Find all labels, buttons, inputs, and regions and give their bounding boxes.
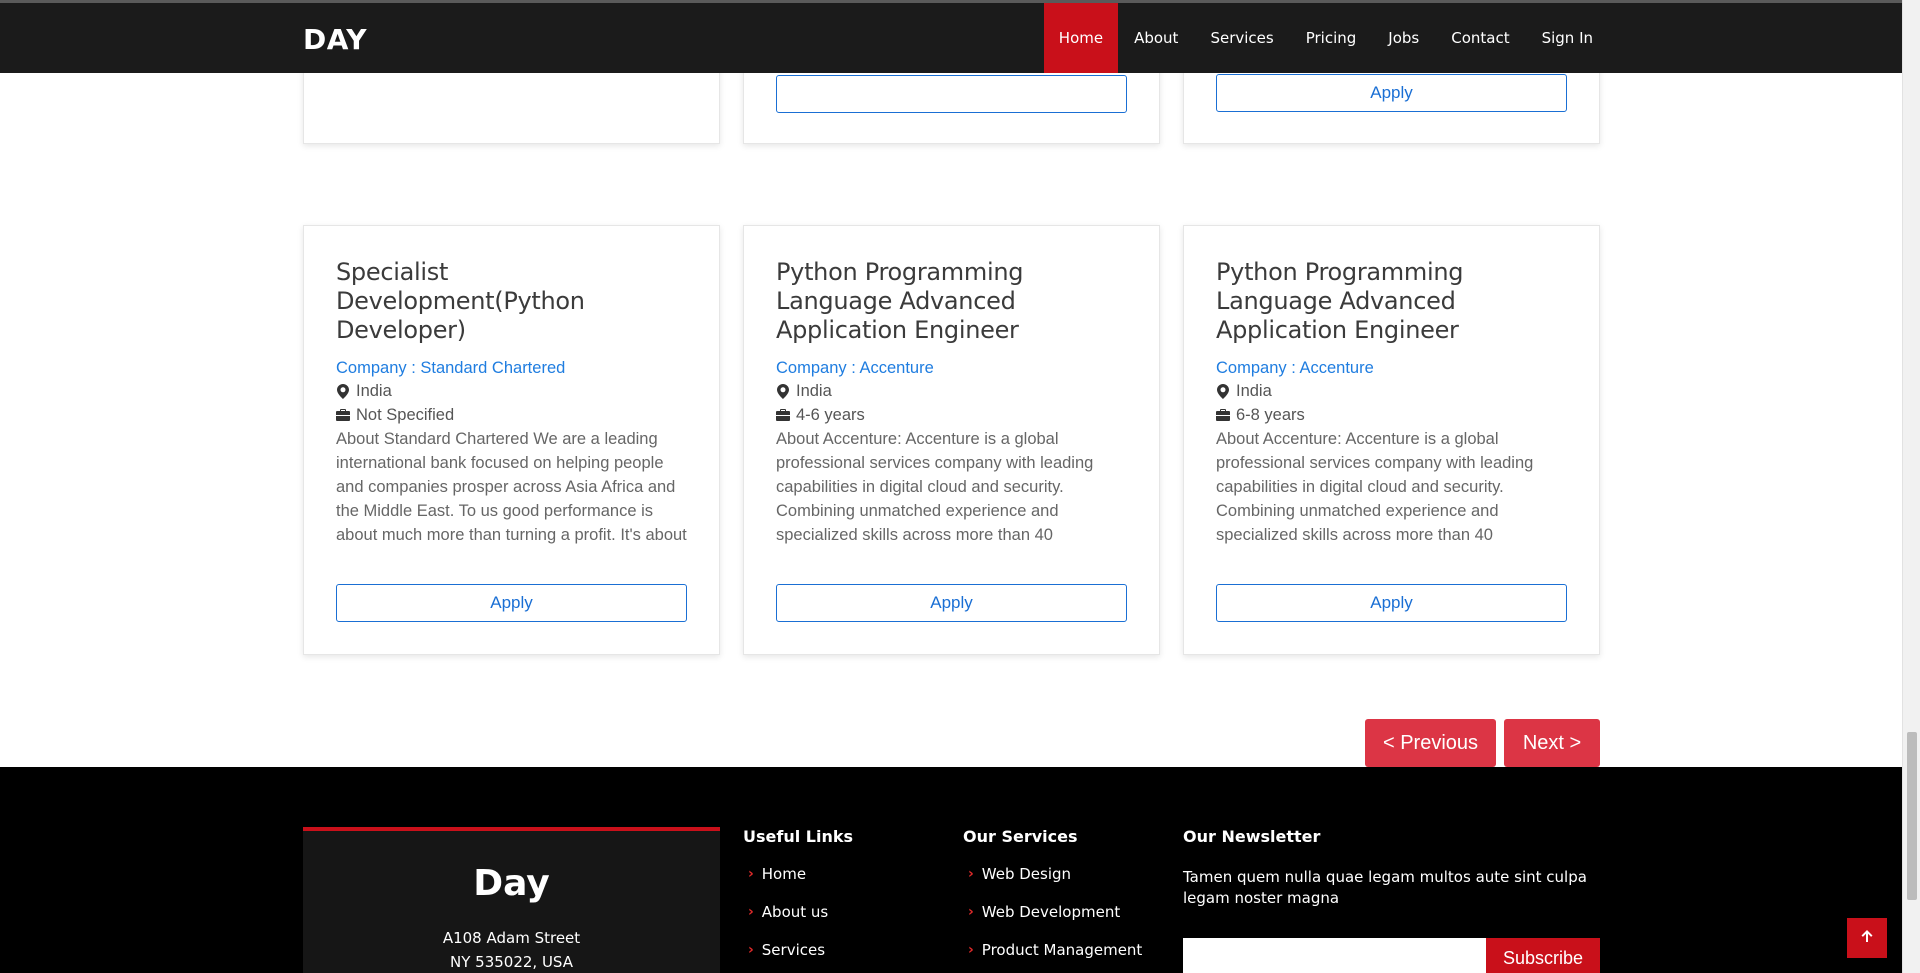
main-nav: Home About Services Pricing Jobs Contact… [1043, 3, 1609, 73]
job-location: India [1216, 379, 1567, 403]
map-pin-icon [1216, 383, 1230, 399]
briefcase-icon [336, 407, 350, 423]
job-card-body: Python Programming Language Advanced App… [1216, 258, 1567, 547]
footer-brand-box: Day A108 Adam Street NY 535022, USA [303, 827, 720, 973]
arrow-up-icon [1859, 928, 1875, 949]
newsletter-text: Tamen quem nulla quae legam multos aute … [1183, 868, 1587, 907]
job-location: India [776, 379, 1127, 403]
nav-contact[interactable]: Contact [1435, 3, 1525, 73]
job-location: India [336, 379, 687, 403]
scrollbar-thumb[interactable] [1907, 732, 1917, 900]
subscribe-button[interactable]: Subscribe [1486, 938, 1600, 973]
job-card: Python Programming Language Advanced App… [1183, 225, 1600, 655]
footer-address-line1: A108 Adam Street [442, 929, 581, 947]
newsletter-email-input[interactable] [1183, 938, 1486, 973]
job-title: Python Programming Language Advanced App… [1216, 258, 1464, 344]
top-navbar: DAY Home About Services Pricing Jobs Con… [0, 0, 1902, 73]
map-pin-icon [336, 383, 350, 399]
footer-service-web-development[interactable]: › Web Development [968, 903, 1120, 921]
apply-button-top-3[interactable]: Apply [1216, 74, 1567, 112]
useful-links-title: Useful Links [743, 827, 854, 846]
map-pin-icon [776, 383, 790, 399]
job-card-body: Python Programming Language Advanced App… [776, 258, 1127, 547]
footer-brand: Day [473, 863, 550, 904]
job-company: Company : Accenture [776, 359, 934, 377]
our-services-title: Our Services [963, 827, 1078, 846]
footer-service-web-design[interactable]: › Web Design [968, 865, 1071, 883]
job-experience-text: 4-6 years [796, 406, 865, 424]
job-description: About Accenture: Accenture is a global p… [776, 430, 1094, 544]
site-logo[interactable]: DAY [303, 23, 367, 56]
job-experience: Not Specified [336, 403, 687, 427]
job-experience: 4-6 years [776, 403, 1127, 427]
nav-jobs[interactable]: Jobs [1372, 3, 1435, 73]
apply-button[interactable]: Apply [1216, 584, 1567, 622]
page-scrollbar[interactable] [1902, 0, 1920, 973]
job-company: Company : Standard Chartered [336, 359, 566, 377]
job-location-text: India [356, 382, 392, 400]
footer-link-services[interactable]: › Services [748, 941, 825, 959]
chevron-right-icon: › [968, 942, 974, 958]
job-title: Python Programming Language Advanced App… [776, 258, 1024, 344]
next-page-button[interactable]: Next > [1504, 719, 1600, 767]
nav-home[interactable]: Home [1043, 3, 1119, 73]
nav-pricing[interactable]: Pricing [1290, 3, 1373, 73]
job-experience-text: Not Specified [356, 406, 455, 424]
job-description: About Standard Chartered We are a leadin… [336, 430, 687, 544]
job-card-body: Specialist Development(Python Developer)… [336, 258, 687, 547]
job-location-text: India [1236, 382, 1272, 400]
nav-sign-in[interactable]: Sign In [1526, 3, 1609, 73]
footer-link-home[interactable]: › Home [748, 865, 806, 883]
site-footer: Day A108 Adam Street NY 535022, USA Usef… [0, 767, 1902, 973]
apply-button[interactable]: Apply [776, 584, 1127, 622]
apply-button-top-2[interactable]: Apply [776, 75, 1127, 113]
back-to-top-button[interactable] [1847, 918, 1887, 958]
job-company: Company : Accenture [1216, 359, 1374, 377]
chevron-right-icon: › [968, 866, 974, 882]
footer-service-product-management[interactable]: › Product Management [968, 941, 1142, 959]
page: Apply Apply DAY Home About Services Pric… [0, 0, 1902, 973]
job-description: About Accenture: Accenture is a global p… [1216, 430, 1534, 544]
job-card: Specialist Development(Python Developer)… [303, 225, 720, 655]
apply-button[interactable]: Apply [336, 584, 687, 622]
chevron-right-icon: › [748, 942, 754, 958]
newsletter-title: Our Newsletter [1183, 827, 1321, 846]
footer-link-about[interactable]: › About us [748, 903, 828, 921]
job-experience: 6-8 years [1216, 403, 1567, 427]
nav-services[interactable]: Services [1194, 3, 1289, 73]
briefcase-icon [1216, 407, 1230, 423]
chevron-right-icon: › [748, 866, 754, 882]
job-location-text: India [796, 382, 832, 400]
nav-about[interactable]: About [1118, 3, 1194, 73]
job-experience-text: 6-8 years [1236, 406, 1305, 424]
job-title: Specialist Development(Python Developer) [336, 258, 585, 344]
previous-page-button[interactable]: < Previous [1365, 719, 1496, 767]
chevron-right-icon: › [748, 904, 754, 920]
chevron-right-icon: › [968, 904, 974, 920]
footer-address-line2: NY 535022, USA [450, 953, 573, 971]
job-card: Python Programming Language Advanced App… [743, 225, 1160, 655]
briefcase-icon [776, 407, 790, 423]
